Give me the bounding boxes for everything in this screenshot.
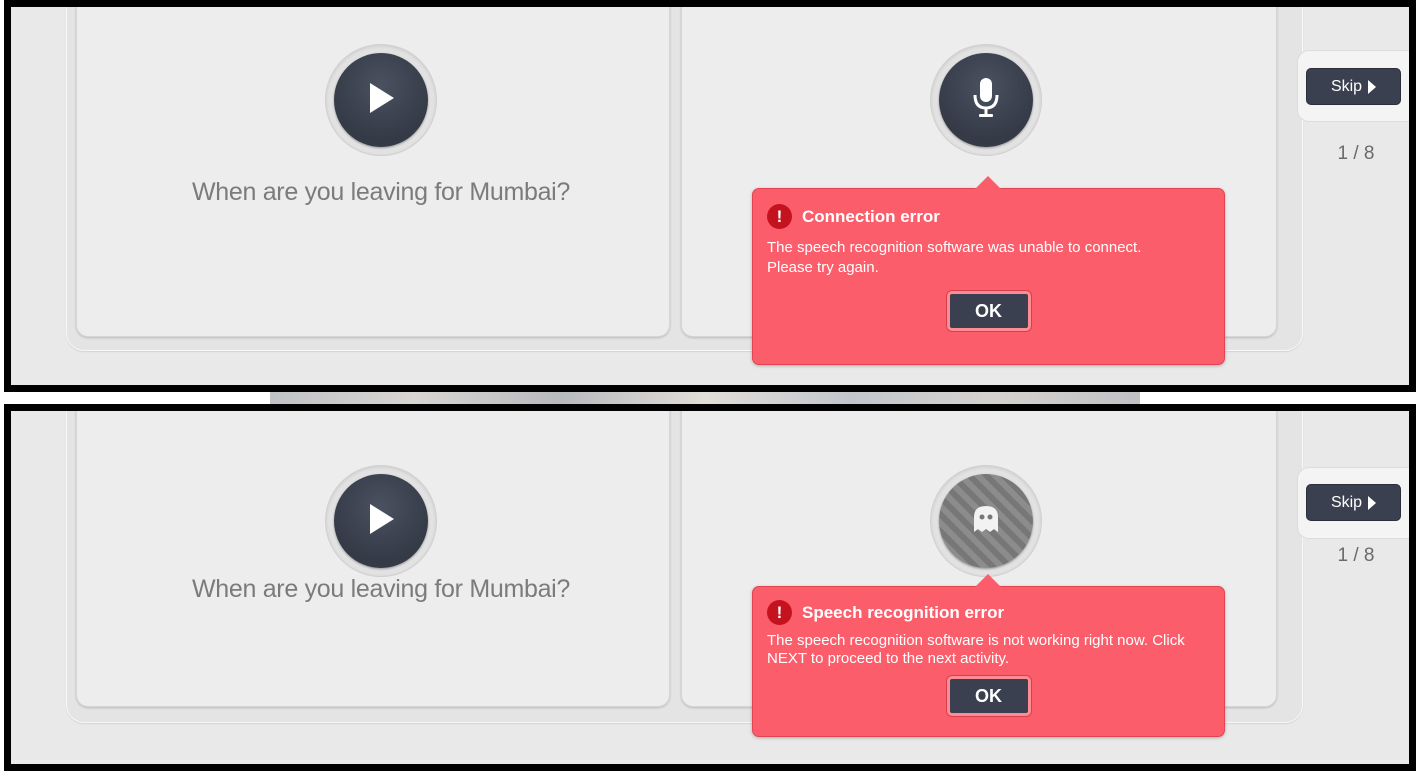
chevron-right-icon — [1368, 79, 1377, 94]
dialog-pointer — [975, 176, 1001, 189]
record-button[interactable] — [939, 53, 1033, 147]
dialog-message: The speech recognition software was unab… — [767, 239, 1142, 276]
exclamation-icon: ! — [767, 600, 792, 625]
play-button[interactable] — [334, 474, 428, 568]
skip-button[interactable]: Skip — [1306, 68, 1401, 105]
skip-label: Skip — [1330, 77, 1363, 95]
connection-error-dialog: ! Connection error The speech recognitio… — [752, 176, 1225, 365]
skip-label: Skip — [1330, 493, 1363, 511]
dialog-title: Speech recognition error — [802, 602, 1005, 622]
speech-recognition-error-dialog: ! Speech recognition error The speech re… — [752, 574, 1225, 737]
play-button-ring — [325, 44, 437, 156]
play-button[interactable] — [334, 53, 428, 147]
ok-button[interactable]: OK — [946, 676, 1031, 716]
record-button-ring — [930, 465, 1042, 577]
ok-button[interactable]: OK — [946, 291, 1031, 331]
record-button-ring — [930, 44, 1042, 156]
background-strip — [270, 390, 1140, 404]
progress-counter: 1 / 8 — [1337, 143, 1375, 164]
play-button-ring — [325, 465, 437, 577]
record-button-disabled — [939, 474, 1033, 568]
prompt-sentence: When are you leaving for Mumbai? — [191, 178, 571, 206]
skip-button[interactable]: Skip — [1306, 484, 1401, 521]
play-icon — [366, 81, 396, 120]
microphone-icon — [971, 76, 1001, 125]
screenshot-panel-connection-error: When are you leaving for Mumbai? ! Conne… — [4, 0, 1416, 392]
dialog-pointer — [975, 574, 1001, 587]
screenshot-panel-speech-error: When are you leaving for Mumbai? ! Speec… — [4, 404, 1416, 771]
exclamation-icon: ! — [767, 204, 792, 229]
prompt-sentence: When are you leaving for Mumbai? — [191, 575, 571, 603]
ghost-icon — [971, 504, 1001, 539]
chevron-right-icon — [1368, 495, 1377, 510]
dialog-message: The speech recognition software is not w… — [767, 632, 1185, 667]
progress-counter: 1 / 8 — [1337, 545, 1375, 566]
dialog-title: Connection error — [802, 206, 940, 226]
play-icon — [366, 502, 396, 541]
